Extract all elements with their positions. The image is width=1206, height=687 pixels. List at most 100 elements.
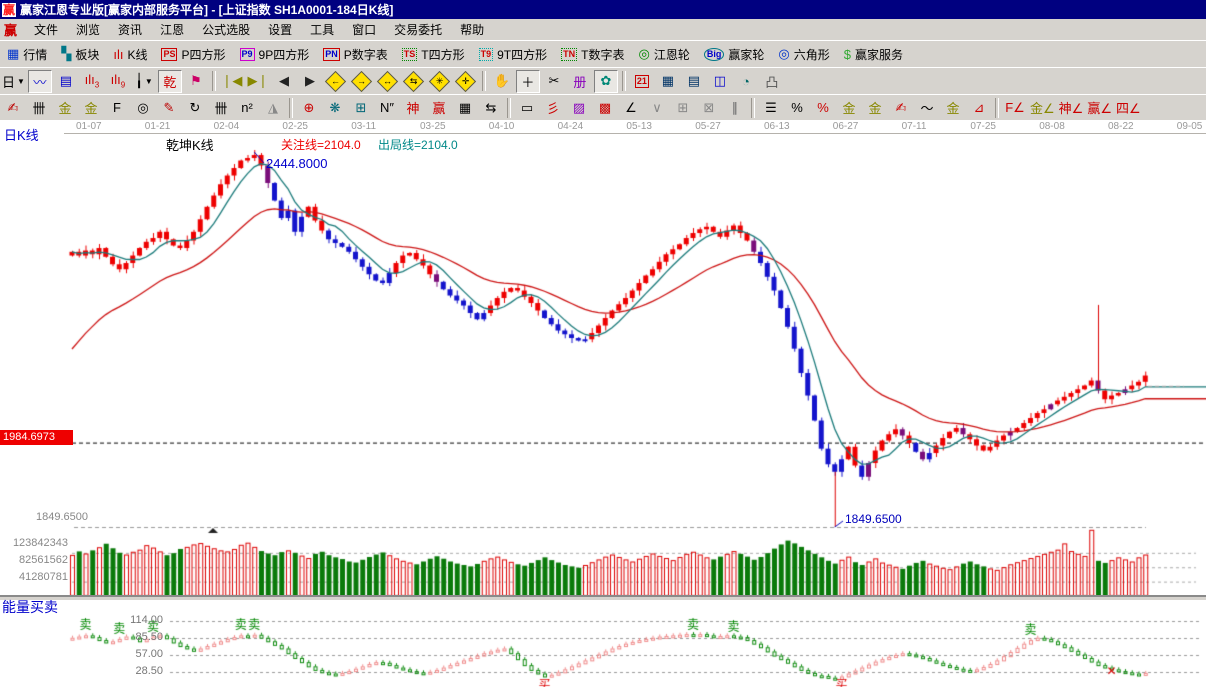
- menu-gann[interactable]: 江恩: [151, 19, 193, 40]
- menu-news[interactable]: 资讯: [109, 19, 151, 40]
- gold-grid-icon[interactable]: 金: [941, 96, 965, 119]
- four-angle-line-icon[interactable]: 四∠: [1115, 96, 1142, 119]
- fit-screen-icon[interactable]: ✛: [454, 70, 478, 93]
- period-day-dropdown-dropdown-arrow[interactable]: ▼: [17, 77, 25, 86]
- save-timer-icon[interactable]: ◔: [734, 70, 758, 93]
- notes-icon[interactable]: ▤: [682, 70, 706, 93]
- menu-help[interactable]: 帮助: [451, 19, 493, 40]
- shen-angle-line-icon[interactable]: 神∠: [1058, 96, 1085, 119]
- j-angle-icon[interactable]: ⊿: [967, 96, 991, 119]
- parallel-lines-icon[interactable]: ∥: [723, 96, 747, 119]
- calculator-icon[interactable]: ▦: [656, 70, 680, 93]
- menu-trade[interactable]: 交易委托: [385, 19, 451, 40]
- division-lines-icon[interactable]: 卌: [209, 96, 233, 119]
- menu-formula-stock-pick[interactable]: 公式选股: [193, 19, 259, 40]
- quote-button[interactable]: ▦行情: [0, 42, 54, 66]
- sector-button[interactable]: ▚板块: [54, 42, 106, 66]
- gann-wheel-button[interactable]: ◎江恩轮: [631, 42, 696, 66]
- qiankun-toggle-icon[interactable]: 乾: [158, 70, 182, 93]
- winner-service-button[interactable]: $赢家服务: [837, 42, 910, 66]
- trend-chart-icon[interactable]: 〰: [28, 70, 52, 93]
- ying-tool-icon[interactable]: 赢: [427, 96, 451, 119]
- gold-angle-line-icon[interactable]: 金∠: [1029, 96, 1056, 119]
- gold-levels-icon[interactable]: 金: [863, 96, 887, 119]
- last-page-icon[interactable]: ▶❘: [246, 70, 270, 93]
- prev-icon[interactable]: ◀: [272, 70, 296, 93]
- chart-3-icon[interactable]: ılı3: [80, 70, 104, 93]
- winner-wheel-button[interactable]: Big赢家轮: [697, 42, 772, 66]
- grid-shift-icon[interactable]: ⊠: [697, 96, 721, 119]
- compress-h-icon[interactable]: ⇆: [402, 70, 426, 93]
- print-icon[interactable]: 凸: [760, 70, 784, 93]
- candle-type-dropdown-dropdown-arrow[interactable]: ▼: [145, 77, 153, 86]
- n-square-icon[interactable]: n²: [235, 96, 259, 119]
- p-number-button[interactable]: PNP数字表: [316, 42, 395, 66]
- width-arrows-icon[interactable]: ⇆: [479, 96, 503, 119]
- t-square-button[interactable]: TST四方形: [395, 42, 472, 66]
- measure-icon[interactable]: ✂: [542, 70, 566, 93]
- target-circle-icon[interactable]: ⊕: [297, 96, 321, 119]
- menu-settings[interactable]: 设置: [259, 19, 301, 40]
- kline-chart-canvas[interactable]: [0, 134, 1206, 687]
- grid-circle-icon[interactable]: ⊞: [349, 96, 373, 119]
- info-doc-icon[interactable]: ▤: [54, 70, 78, 93]
- smart-map-icon[interactable]: ✿: [594, 70, 618, 93]
- v-lines-icon[interactable]: ∨: [645, 96, 669, 119]
- gold-line-b-icon[interactable]: 金: [79, 96, 103, 119]
- calendar-icon[interactable]: 21: [630, 70, 654, 93]
- wave-tool-icon[interactable]: 〜: [915, 96, 939, 119]
- p9-square-button[interactable]: P99P四方形: [233, 42, 317, 66]
- gann-box-purple-icon[interactable]: ▨: [567, 96, 591, 119]
- period-day-dropdown[interactable]: 日▼: [1, 70, 26, 93]
- save-icon[interactable]: ◫: [708, 70, 732, 93]
- ying-angle-line-icon[interactable]: 赢∠: [1086, 96, 1113, 119]
- panel-splitter[interactable]: [0, 595, 1206, 601]
- t-number-button-icon: TN: [561, 48, 577, 61]
- grid-gray-icon[interactable]: ⊞: [671, 96, 695, 119]
- speed-fan-icon[interactable]: 彡: [541, 96, 565, 119]
- first-page-icon[interactable]: ❘◀: [220, 70, 244, 93]
- f-angle-line-icon[interactable]: F∠: [1003, 96, 1027, 119]
- star-circle-icon[interactable]: ❋: [323, 96, 347, 119]
- t9-square-button[interactable]: T99T四方形: [472, 42, 555, 66]
- pen-flag-icon[interactable]: ✍: [889, 96, 913, 119]
- flag-icon[interactable]: ⚑: [184, 70, 208, 93]
- kline-button[interactable]: ılıK线: [106, 42, 154, 66]
- hand-tool-icon[interactable]: ✋: [490, 70, 514, 93]
- pen-lines-icon[interactable]: ✎: [157, 96, 181, 119]
- fib-f-lines-icon[interactable]: F: [105, 96, 129, 119]
- winner-wheel-button-icon: Big: [704, 48, 725, 61]
- menu-file[interactable]: 文件: [25, 19, 67, 40]
- gann-set-icon[interactable]: 册: [568, 70, 592, 93]
- menu-browse[interactable]: 浏览: [67, 19, 109, 40]
- pen-tool-icon[interactable]: ✍: [1, 96, 25, 119]
- pan-left-icon[interactable]: ←: [324, 70, 348, 93]
- angle-lines-icon[interactable]: ∠: [619, 96, 643, 119]
- cycle-circle-icon[interactable]: ↻: [183, 96, 207, 119]
- percent-red-icon[interactable]: %: [811, 96, 835, 119]
- t-number-button[interactable]: TNT数字表: [554, 42, 631, 66]
- gold-circle-icon[interactable]: 金: [837, 96, 861, 119]
- shen-tool-icon[interactable]: 神: [401, 96, 425, 119]
- percent-line-icon[interactable]: %: [785, 96, 809, 119]
- pan-right-icon[interactable]: →: [350, 70, 374, 93]
- gold-line-a-icon[interactable]: 金: [53, 96, 77, 119]
- time-lines-icon[interactable]: 卌: [27, 96, 51, 119]
- menu-tools[interactable]: 工具: [301, 19, 343, 40]
- number-grid-icon[interactable]: ▦: [453, 96, 477, 119]
- price-list-icon[interactable]: ☰: [759, 96, 783, 119]
- candle-type-dropdown[interactable]: ╽▼: [132, 70, 156, 93]
- hexagon-button[interactable]: ◎六角形: [771, 42, 836, 66]
- spiral-tool-icon[interactable]: ◎: [131, 96, 155, 119]
- expand-h-icon[interactable]: ↔: [376, 70, 400, 93]
- chart-9-icon[interactable]: ılı9: [106, 70, 130, 93]
- box-tool-icon[interactable]: ▭: [515, 96, 539, 119]
- expand-all-icon[interactable]: ✳: [428, 70, 452, 93]
- next-icon[interactable]: ▶: [298, 70, 322, 93]
- crosshair-icon[interactable]: ＋: [516, 70, 540, 93]
- gann-grid-red-icon[interactable]: ▩: [593, 96, 617, 119]
- menu-window[interactable]: 窗口: [343, 19, 385, 40]
- k-mark-icon[interactable]: N″: [375, 96, 399, 119]
- p-square-button[interactable]: PSP四方形: [154, 42, 232, 66]
- angle-flag-icon[interactable]: ◮: [261, 96, 285, 119]
